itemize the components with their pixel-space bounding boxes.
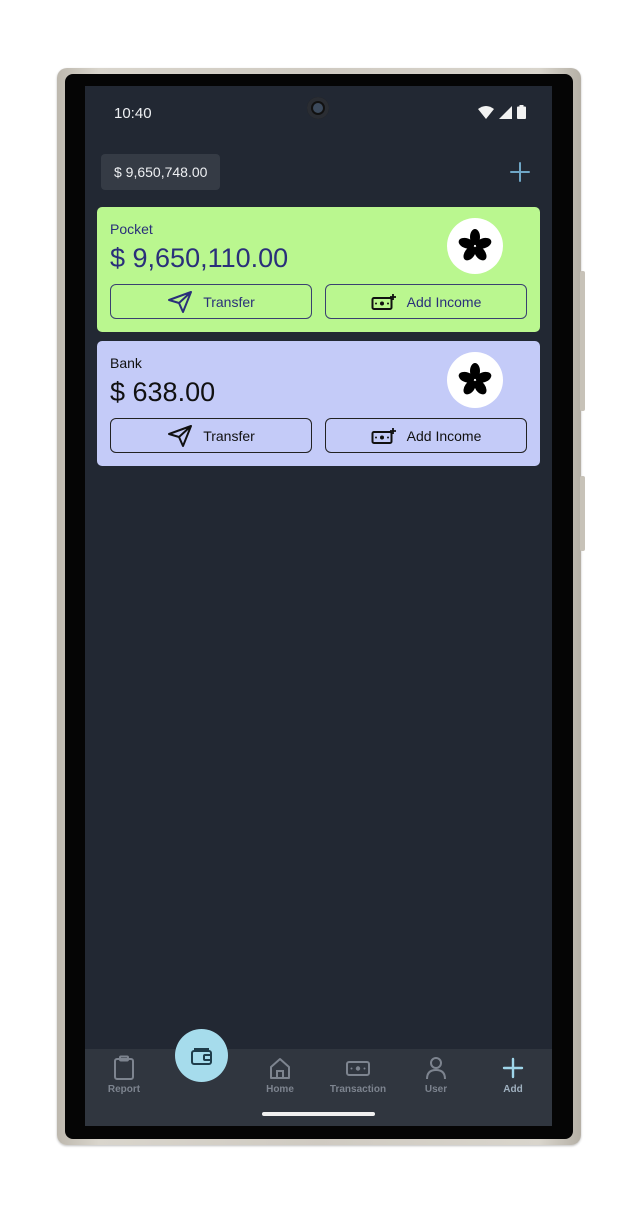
cash-plus-icon [371,293,396,310]
send-icon [168,424,193,447]
front-camera [307,97,329,119]
nav-user-label: User [424,1084,448,1095]
nav-home-label: Home [266,1084,294,1095]
transfer-button[interactable]: Transfer [110,418,312,453]
bottom-navigation: Report Home Transaction User Add [85,1029,552,1126]
account-avatar [447,352,503,408]
asterisk-logo-icon [458,229,492,261]
wallet-icon [190,1047,212,1065]
battery-icon [517,105,526,119]
account-name: Bank [110,355,142,371]
add-income-label: Add Income [406,427,482,444]
add-account-icon[interactable] [508,160,532,184]
cash-icon [346,1061,370,1076]
add-income-button[interactable]: Add Income [325,418,527,453]
nav-add-label: Add [503,1084,523,1095]
status-time: 10:40 [114,105,152,122]
asterisk-logo-icon [458,363,492,395]
app-screen: 10:40 $ 9,650,748.00 Pocket $ 9,650,110.… [85,86,552,1126]
transfer-label: Transfer [203,427,255,444]
wifi-icon [478,105,494,119]
plus-icon [502,1057,524,1079]
nav-report[interactable]: Report [89,1055,159,1095]
account-card-pocket[interactable]: Pocket $ 9,650,110.00 Transfer Add Incom… [97,207,540,332]
account-amount: $ 9,650,110.00 [110,243,289,273]
nav-transaction[interactable]: Transaction [323,1055,393,1095]
power-button [580,476,585,551]
cash-plus-icon [371,427,396,444]
account-card-bank[interactable]: Bank $ 638.00 Transfer Add Income [97,341,540,466]
transfer-label: Transfer [203,293,255,310]
account-name: Pocket [110,221,153,237]
nav-transaction-label: Transaction [329,1084,387,1095]
status-icons [478,105,526,119]
home-icon [270,1058,290,1079]
volume-button [580,271,585,411]
wallet-fab-button[interactable] [175,1029,228,1082]
nav-report-label: Report [107,1084,141,1095]
nav-user[interactable]: User [401,1055,471,1095]
total-balance: $ 9,650,748.00 [101,154,221,190]
user-icon [426,1057,446,1080]
nav-add[interactable]: Add [478,1055,548,1095]
add-income-button[interactable]: Add Income [325,284,527,319]
clipboard-icon [114,1055,134,1080]
home-indicator[interactable] [262,1112,375,1116]
account-avatar [447,218,503,274]
send-icon [168,290,193,313]
transfer-button[interactable]: Transfer [110,284,312,319]
nav-home[interactable]: Home [245,1055,315,1095]
add-income-label: Add Income [406,293,482,310]
signal-icon [499,105,512,119]
account-amount: $ 638.00 [110,377,216,407]
